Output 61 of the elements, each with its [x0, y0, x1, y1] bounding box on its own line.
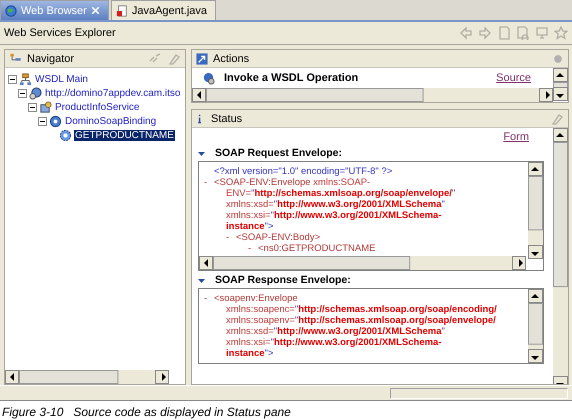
- code-line: xmlns:xsd="http://www.w3.org/2001/XMLSchema": [225, 199, 446, 210]
- code-line: <SOAP-ENV:Envelope xmlns:SOAP-: [214, 177, 372, 188]
- tree-item[interactable]: WSDL Main: [34, 74, 89, 85]
- collapse-toggle-icon[interactable]: [28, 103, 37, 112]
- code-line: <SOAP-ENV:Body>: [236, 232, 322, 243]
- horizontal-scrollbar[interactable]: [199, 256, 526, 270]
- code-line: xmlns:xsi="http://www.w3.org/2001/XMLSchema-: [225, 210, 442, 221]
- panel-title: Actions: [213, 52, 250, 64]
- collapse-toggle-icon[interactable]: [18, 89, 27, 98]
- panel-title: Status: [211, 112, 242, 124]
- collapse-toggle[interactable]: -: [204, 177, 214, 254]
- page-icon: [497, 26, 511, 40]
- collapse-toggle[interactable]: -: [226, 232, 236, 254]
- code-line: ENV="http://schemas.xmlsoap.org/soap/envelope/": [225, 188, 456, 199]
- vertical-scrollbar[interactable]: [528, 162, 543, 259]
- code-line: xmlns:soapenc="http://schemas.xmlsoap.org/soap/encoding/: [225, 304, 498, 315]
- source-link[interactable]: Source: [496, 72, 531, 84]
- vertical-scrollbar[interactable]: [553, 128, 568, 384]
- section-title: SOAP Request Envelope:: [215, 147, 342, 159]
- action-heading: Invoke a WSDL Operation: [224, 72, 358, 84]
- hierarchy-icon: [19, 73, 32, 86]
- forward-arrow-icon: [478, 26, 492, 40]
- code-line: xmlns:soapenv="http://schemas.xmlsoap.org/soap/envelope/: [225, 315, 497, 326]
- service-icon: [39, 101, 52, 114]
- section-toggle-icon[interactable]: [198, 150, 205, 156]
- eraser-icon: [167, 52, 181, 66]
- back-arrow-icon: [459, 26, 473, 40]
- collapse-toggle[interactable]: -: [248, 243, 258, 254]
- panel-title: Navigator: [27, 52, 74, 64]
- eraser-icon: [550, 112, 564, 126]
- monitor-icon: [535, 26, 549, 40]
- star-icon: [554, 26, 568, 40]
- code-line: <ns0:GETPRODUCTNAME: [258, 243, 376, 254]
- figure-caption: Figure 3-10 Source code as displayed in Status pane: [1, 404, 292, 420]
- globe-icon: [5, 4, 17, 16]
- vertical-scrollbar[interactable]: [528, 289, 543, 363]
- code-line: <soapenv:Envelope: [214, 293, 299, 304]
- code-line: instance">: [225, 221, 274, 232]
- editor-tab[interactable]: JavaAgent.java: [110, 0, 216, 20]
- close-icon: [90, 6, 100, 15]
- code-line: <?xml version="1.0" encoding="UTF-8" ?>: [214, 166, 394, 177]
- java-file-icon: [116, 4, 128, 16]
- code-line: instance">: [225, 348, 274, 359]
- collapse-toggle-icon[interactable]: [38, 117, 47, 126]
- vertical-scrollbar[interactable]: [553, 68, 568, 101]
- collapse-toggle[interactable]: -: [204, 293, 214, 359]
- horizontal-scrollbar[interactable]: [5, 370, 169, 384]
- page-gear-icon: [516, 26, 530, 40]
- horizontal-scrollbar[interactable]: [192, 88, 553, 102]
- tree-item[interactable]: ProductInfoService: [54, 102, 140, 113]
- window-title: Web Services Explorer: [4, 27, 116, 39]
- section-title: SOAP Response Envelope:: [215, 274, 351, 286]
- collapse-toggle-icon[interactable]: [8, 75, 17, 84]
- form-link[interactable]: Form: [503, 131, 529, 144]
- section-toggle-icon[interactable]: [198, 276, 205, 284]
- tree-item[interactable]: DominoSoapBinding: [64, 116, 158, 127]
- tree-item[interactable]: http://domino7appdev.cam.itso: [44, 88, 182, 99]
- code-line: xmlns:xsd="http://www.w3.org/2001/XMLSchema": [225, 326, 446, 337]
- code-line: xmlns:xsi="http://www.w3.org/2001/XMLSchema-: [225, 337, 442, 348]
- tree-item[interactable]: GETPRODUCTNAME: [74, 130, 175, 141]
- arrow-icon: [196, 52, 208, 64]
